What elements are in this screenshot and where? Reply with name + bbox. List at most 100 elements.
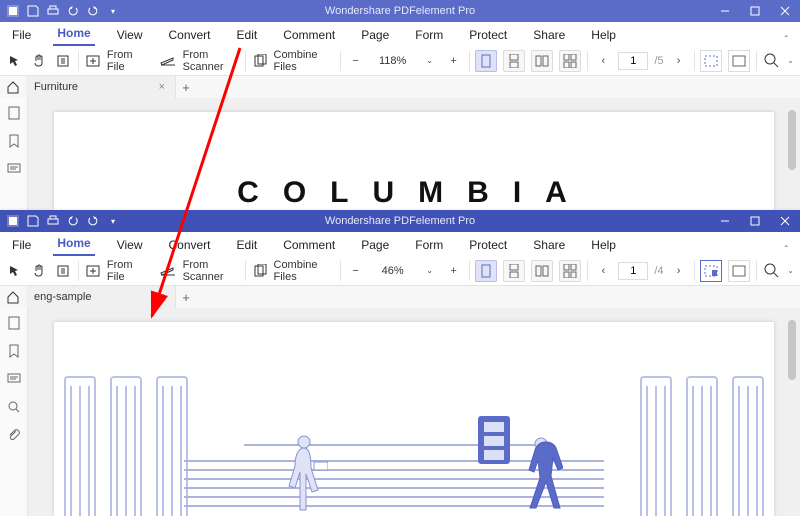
qat-dropdown-icon[interactable]: ▾ <box>106 214 120 228</box>
menu-protect[interactable]: Protect <box>465 24 511 46</box>
combine-files-label[interactable]: Combine Files <box>274 259 334 283</box>
edit-tool-icon[interactable] <box>54 52 72 70</box>
menu-view[interactable]: View <box>113 24 147 46</box>
menu-share[interactable]: Share <box>529 234 569 256</box>
new-tab-button[interactable]: + <box>176 290 196 305</box>
from-scanner-icon[interactable] <box>159 52 177 70</box>
from-scanner-icon[interactable] <box>159 262 177 280</box>
view-single-page-button[interactable] <box>475 50 497 72</box>
close-button[interactable] <box>770 0 800 22</box>
zoom-dropdown-icon[interactable]: ⌄ <box>421 262 439 280</box>
menu-comment[interactable]: Comment <box>279 24 339 46</box>
menu-convert[interactable]: Convert <box>164 234 214 256</box>
scrollbar-thumb[interactable] <box>788 110 796 170</box>
menu-page[interactable]: Page <box>357 24 393 46</box>
snap-tool-icon[interactable] <box>728 50 750 72</box>
collapse-ribbon-icon[interactable]: ˆ <box>785 245 792 256</box>
from-file-label[interactable]: From File <box>107 259 145 283</box>
zoom-in-button[interactable]: + <box>445 52 463 70</box>
close-button[interactable] <box>770 210 800 232</box>
snap-tool-icon[interactable] <box>728 260 750 282</box>
document-canvas[interactable]: COLUMBIA <box>28 98 800 210</box>
print-icon[interactable] <box>46 4 60 18</box>
screenshot-tool-icon[interactable] <box>700 260 722 282</box>
from-file-icon[interactable] <box>85 262 101 280</box>
menu-view[interactable]: View <box>113 234 147 256</box>
title-bar[interactable]: ▾ Wondershare PDFelement Pro <box>0 210 800 232</box>
menu-help[interactable]: Help <box>587 234 620 256</box>
menu-home[interactable]: Home <box>53 22 94 46</box>
search-panel-icon[interactable] <box>5 398 23 416</box>
maximize-button[interactable] <box>740 0 770 22</box>
page-number-input[interactable] <box>618 52 648 70</box>
combine-files-icon[interactable] <box>252 262 267 280</box>
hand-tool-icon[interactable] <box>30 52 48 70</box>
undo-icon[interactable] <box>66 4 80 18</box>
menu-file[interactable]: File <box>8 234 35 256</box>
view-continuous-button[interactable] <box>503 50 525 72</box>
select-tool-icon[interactable] <box>6 262 24 280</box>
zoom-out-button[interactable]: − <box>347 262 365 280</box>
view-single-page-button[interactable] <box>475 260 497 282</box>
redo-icon[interactable] <box>86 214 100 228</box>
search-dropdown-icon[interactable]: ⌄ <box>787 266 794 275</box>
attachments-icon[interactable] <box>5 426 23 444</box>
next-page-button[interactable]: › <box>670 52 688 70</box>
save-icon[interactable] <box>26 214 40 228</box>
save-icon[interactable] <box>26 4 40 18</box>
menu-page[interactable]: Page <box>357 234 393 256</box>
next-page-button[interactable]: › <box>670 262 688 280</box>
document-tab[interactable]: Furniture × <box>26 76 176 98</box>
menu-edit[interactable]: Edit <box>233 24 262 46</box>
search-dropdown-icon[interactable]: ⌄ <box>787 56 794 65</box>
home-tab-icon[interactable] <box>0 286 26 308</box>
annotations-icon[interactable] <box>5 160 23 178</box>
redo-icon[interactable] <box>86 4 100 18</box>
view-two-page-button[interactable] <box>531 50 553 72</box>
tab-close-icon[interactable]: × <box>157 81 167 93</box>
view-two-continuous-button[interactable] <box>559 50 581 72</box>
zoom-value[interactable]: 118% <box>371 55 415 67</box>
menu-protect[interactable]: Protect <box>465 234 511 256</box>
thumbnails-icon[interactable] <box>5 314 23 332</box>
menu-edit[interactable]: Edit <box>233 234 262 256</box>
bookmarks-icon[interactable] <box>5 132 23 150</box>
menu-home[interactable]: Home <box>53 232 94 256</box>
hand-tool-icon[interactable] <box>30 262 48 280</box>
home-tab-icon[interactable] <box>0 76 26 98</box>
bookmarks-icon[interactable] <box>5 342 23 360</box>
select-tool-icon[interactable] <box>6 52 24 70</box>
view-continuous-button[interactable] <box>503 260 525 282</box>
zoom-in-button[interactable]: + <box>445 262 463 280</box>
collapse-ribbon-icon[interactable]: ˆ <box>785 35 792 46</box>
undo-icon[interactable] <box>66 214 80 228</box>
document-canvas[interactable] <box>28 308 800 516</box>
document-tab[interactable]: eng-sample × <box>26 286 176 308</box>
prev-page-button[interactable]: ‹ <box>594 52 612 70</box>
minimize-button[interactable] <box>710 0 740 22</box>
search-icon[interactable] <box>763 52 781 70</box>
tab-close-icon[interactable]: × <box>157 291 167 303</box>
maximize-button[interactable] <box>740 210 770 232</box>
prev-page-button[interactable]: ‹ <box>594 262 612 280</box>
menu-comment[interactable]: Comment <box>279 234 339 256</box>
page-number-input[interactable] <box>618 262 648 280</box>
from-file-label[interactable]: From File <box>107 49 145 73</box>
from-file-icon[interactable] <box>85 52 101 70</box>
new-tab-button[interactable]: + <box>176 80 196 95</box>
screenshot-tool-icon[interactable] <box>700 50 722 72</box>
annotations-icon[interactable] <box>5 370 23 388</box>
zoom-dropdown-icon[interactable]: ⌄ <box>421 52 439 70</box>
zoom-out-button[interactable]: − <box>347 52 365 70</box>
view-two-continuous-button[interactable] <box>559 260 581 282</box>
print-icon[interactable] <box>46 214 60 228</box>
minimize-button[interactable] <box>710 210 740 232</box>
combine-files-icon[interactable] <box>252 52 267 70</box>
search-icon[interactable] <box>763 262 781 280</box>
zoom-value[interactable]: 46% <box>371 265 415 277</box>
menu-share[interactable]: Share <box>529 24 569 46</box>
qat-dropdown-icon[interactable]: ▾ <box>106 4 120 18</box>
view-two-page-button[interactable] <box>531 260 553 282</box>
menu-form[interactable]: Form <box>411 234 447 256</box>
menu-convert[interactable]: Convert <box>164 24 214 46</box>
